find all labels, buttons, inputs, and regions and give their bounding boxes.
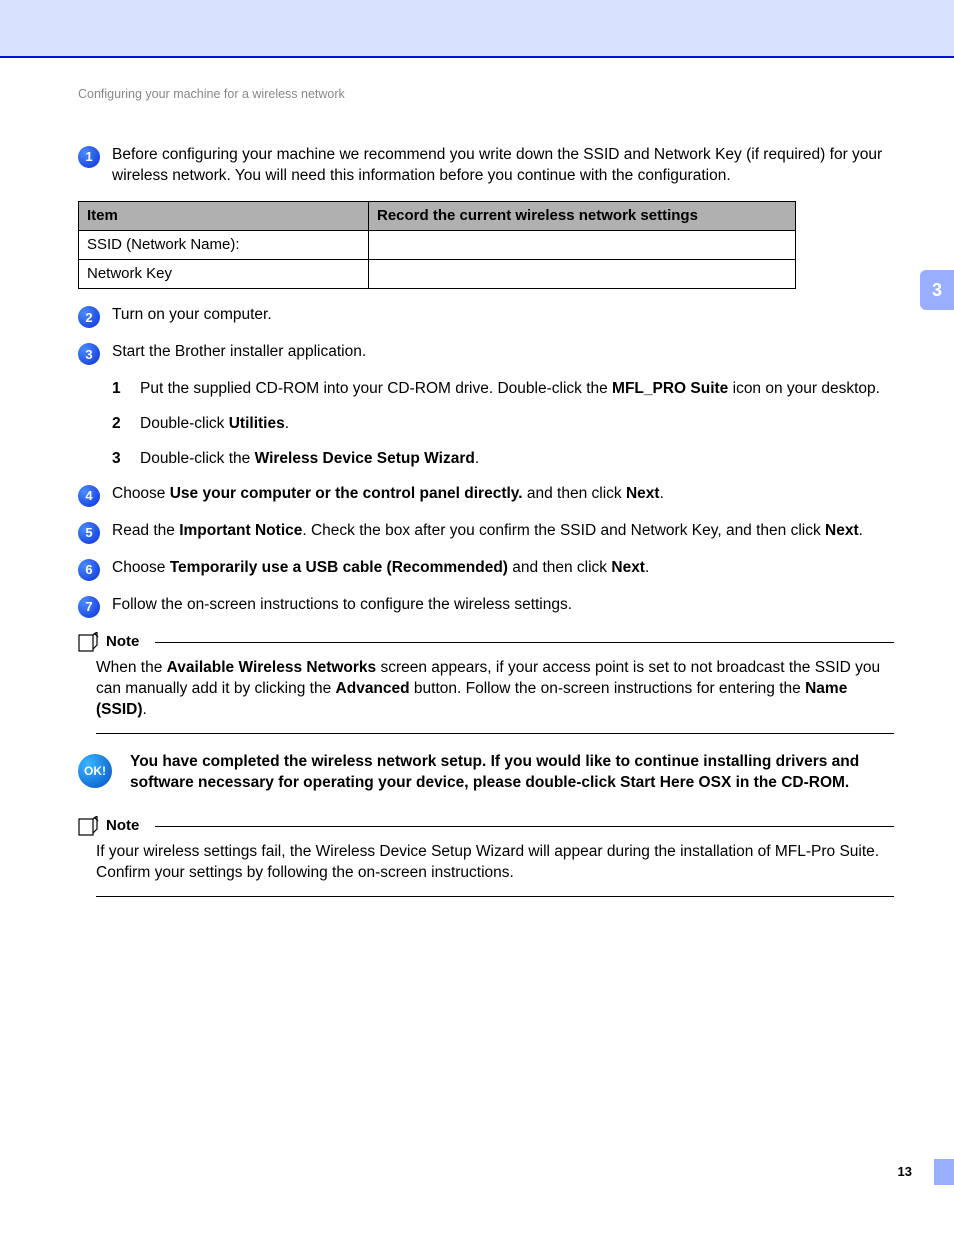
breadcrumb: Configuring your machine for a wireless …	[78, 86, 894, 103]
substep-1-num: 1	[112, 379, 140, 400]
substeps: 1 Put the supplied CD-ROM into your CD-R…	[112, 379, 894, 470]
substep-2: 2 Double-click Utilities.	[112, 414, 894, 435]
table-cell-ssid-value	[369, 230, 796, 259]
step-badge-6: 6	[78, 559, 100, 581]
header-band	[0, 0, 954, 56]
step-3: 3 Start the Brother installer applicatio…	[78, 342, 894, 365]
step-7: 7 Follow the on-screen instructions to c…	[78, 595, 894, 618]
step-1-text: Before configuring your machine we recom…	[112, 145, 894, 187]
chapter-number: 3	[932, 278, 942, 302]
substep-2-num: 2	[112, 414, 140, 435]
note-icon	[78, 816, 100, 836]
step-2-text: Turn on your computer.	[112, 305, 894, 328]
step-4: 4 Choose Use your computer or the contro…	[78, 484, 894, 507]
table-cell-ssid-label: SSID (Network Name):	[79, 230, 369, 259]
step-badge-5: 5	[78, 522, 100, 544]
step-badge-1: 1	[78, 146, 100, 168]
note-1-body: When the Available Wireless Networks scr…	[96, 658, 894, 734]
step-1: 1 Before configuring your machine we rec…	[78, 145, 894, 187]
note-1-label: Note	[106, 632, 139, 652]
substep-2-text: Double-click Utilities.	[140, 414, 894, 435]
step-6-text: Choose Temporarily use a USB cable (Reco…	[112, 558, 894, 581]
step-badge-7: 7	[78, 596, 100, 618]
note-2-header: Note	[78, 816, 894, 836]
note-1-rule	[155, 642, 894, 643]
table-row: SSID (Network Name):	[79, 230, 796, 259]
step-4-text: Choose Use your computer or the control …	[112, 484, 894, 507]
header-rule	[0, 56, 954, 58]
chapter-tab: 3	[920, 270, 954, 310]
substep-1-text: Put the supplied CD-ROM into your CD-ROM…	[140, 379, 894, 400]
step-badge-4: 4	[78, 485, 100, 507]
step-2: 2 Turn on your computer.	[78, 305, 894, 328]
substep-3-num: 3	[112, 449, 140, 470]
ok-text: You have completed the wireless network …	[130, 752, 894, 794]
note-1-header: Note	[78, 632, 894, 652]
page-number-tab	[934, 1159, 954, 1185]
note-icon	[78, 632, 100, 652]
note-2-label: Note	[106, 816, 139, 836]
table-row: Network Key	[79, 260, 796, 289]
step-7-text: Follow the on-screen instructions to con…	[112, 595, 894, 618]
note-1: Note When the Available Wireless Network…	[78, 632, 894, 734]
step-3-text: Start the Brother installer application.	[112, 342, 894, 365]
table-cell-key-value	[369, 260, 796, 289]
substep-3: 3 Double-click the Wireless Device Setup…	[112, 449, 894, 470]
step-badge-3: 3	[78, 343, 100, 365]
note-2-body: If your wireless settings fail, the Wire…	[96, 842, 894, 897]
step-badge-2: 2	[78, 306, 100, 328]
ok-badge-icon: OK!	[78, 754, 112, 788]
substep-1: 1 Put the supplied CD-ROM into your CD-R…	[112, 379, 894, 400]
settings-table: Item Record the current wireless network…	[78, 201, 796, 290]
step-5-text: Read the Important Notice. Check the box…	[112, 521, 894, 544]
step-6: 6 Choose Temporarily use a USB cable (Re…	[78, 558, 894, 581]
substep-3-text: Double-click the Wireless Device Setup W…	[140, 449, 894, 470]
table-cell-key-label: Network Key	[79, 260, 369, 289]
ok-block: OK! You have completed the wireless netw…	[78, 752, 894, 794]
note-2: Note If your wireless settings fail, the…	[78, 816, 894, 897]
note-2-rule	[155, 826, 894, 827]
page-content: Configuring your machine for a wireless …	[78, 86, 894, 915]
step-5: 5 Read the Important Notice. Check the b…	[78, 521, 894, 544]
page-number: 13	[898, 1163, 912, 1181]
table-header-record: Record the current wireless network sett…	[369, 201, 796, 230]
table-header-item: Item	[79, 201, 369, 230]
